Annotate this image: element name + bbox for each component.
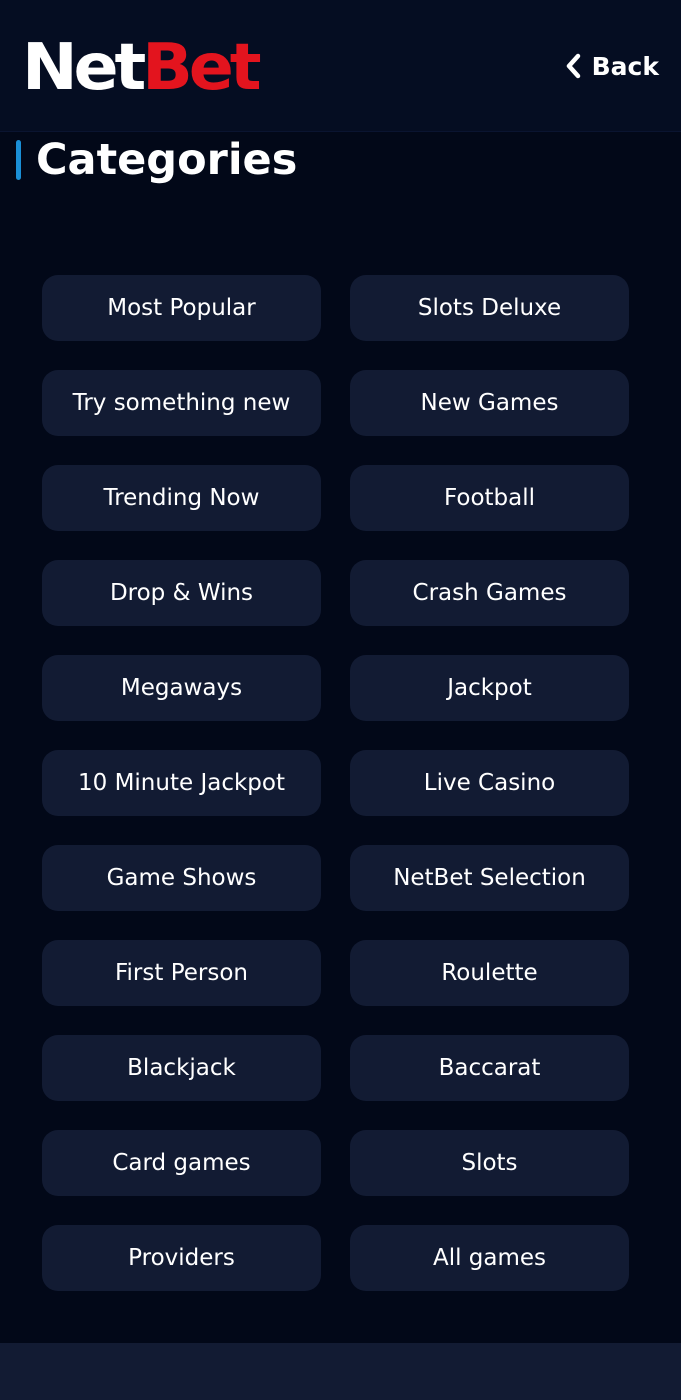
category-button-football[interactable]: Football	[350, 465, 629, 531]
category-button-jackpot[interactable]: Jackpot	[350, 655, 629, 721]
category-grid: Most Popular Slots Deluxe Try something …	[42, 275, 630, 1291]
logo-part-net: Net	[22, 31, 146, 105]
netbet-logo[interactable]: Net Bet	[22, 31, 262, 105]
back-label: Back	[591, 51, 659, 81]
category-button-first-person[interactable]: First Person	[42, 940, 321, 1006]
header: Net Bet Back	[0, 0, 681, 132]
category-button-trending-now[interactable]: Trending Now	[42, 465, 321, 531]
category-button-blackjack[interactable]: Blackjack	[42, 1035, 321, 1101]
footer-bar	[0, 1343, 681, 1400]
page-title-block: Categories	[16, 135, 298, 185]
category-button-providers[interactable]: Providers	[42, 1225, 321, 1291]
category-button-megaways[interactable]: Megaways	[42, 655, 321, 721]
category-button-baccarat[interactable]: Baccarat	[350, 1035, 629, 1101]
title-accent-bar	[16, 140, 21, 180]
category-button-roulette[interactable]: Roulette	[350, 940, 629, 1006]
category-button-card-games[interactable]: Card games	[42, 1130, 321, 1196]
category-button-live-casino[interactable]: Live Casino	[350, 750, 629, 816]
category-button-drop-and-wins[interactable]: Drop & Wins	[42, 560, 321, 626]
logo-part-bet: Bet	[142, 31, 261, 105]
category-button-all-games[interactable]: All games	[350, 1225, 629, 1291]
category-button-try-something-new[interactable]: Try something new	[42, 370, 321, 436]
back-button[interactable]: Back	[564, 48, 659, 84]
category-button-netbet-selection[interactable]: NetBet Selection	[350, 845, 629, 911]
chevron-left-icon	[566, 53, 580, 79]
category-button-crash-games[interactable]: Crash Games	[350, 560, 629, 626]
category-button-new-games[interactable]: New Games	[350, 370, 629, 436]
category-button-game-shows[interactable]: Game Shows	[42, 845, 321, 911]
page-title: Categories	[36, 135, 298, 185]
category-button-most-popular[interactable]: Most Popular	[42, 275, 321, 341]
category-button-slots-deluxe[interactable]: Slots Deluxe	[350, 275, 629, 341]
category-button-10-minute-jackpot[interactable]: 10 Minute Jackpot	[42, 750, 321, 816]
category-button-slots[interactable]: Slots	[350, 1130, 629, 1196]
